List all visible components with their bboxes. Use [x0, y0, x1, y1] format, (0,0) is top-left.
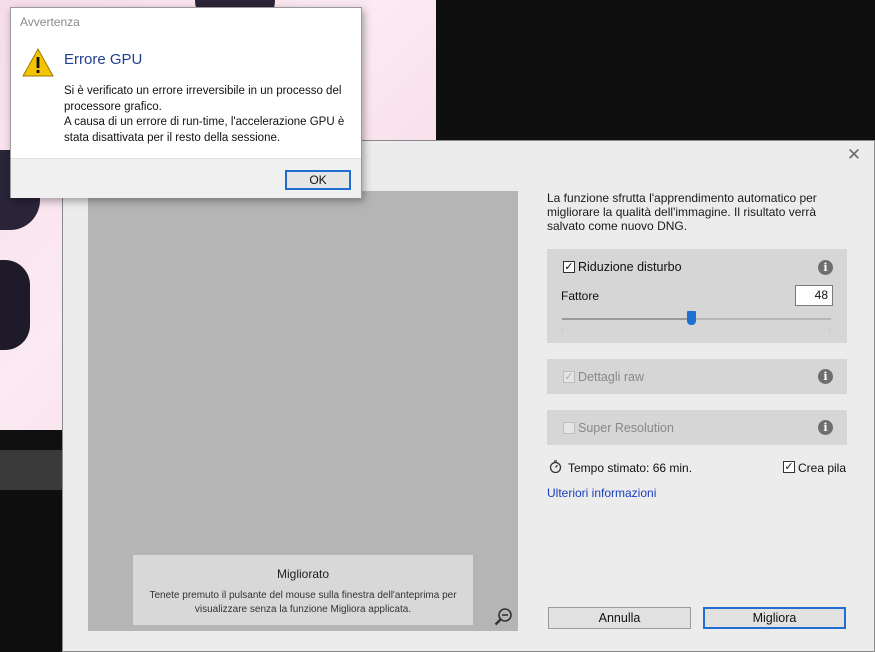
raw-details-label: Dettagli raw	[578, 370, 644, 384]
noise-reduction-checkbox[interactable]: ✓	[563, 261, 575, 273]
zoom-out-icon[interactable]	[493, 606, 515, 628]
enhance-button[interactable]: Migliora	[703, 607, 846, 629]
enhance-dialog: ✕ Migliorato Tenete premuto il pulsante …	[62, 140, 875, 652]
error-heading: Errore GPU	[64, 51, 143, 68]
create-stack-checkbox[interactable]: ✓	[783, 461, 795, 473]
warning-icon	[22, 47, 54, 79]
more-info-link[interactable]: Ulteriori informazioni	[547, 486, 656, 500]
gpu-error-dialog: Avvertenza Errore GPU Si è verificato un…	[10, 7, 362, 198]
info-icon[interactable]: i	[818, 369, 833, 384]
super-resolution-panel: Super Resolution i	[547, 410, 847, 445]
noise-reduction-label[interactable]: Riduzione disturbo	[578, 260, 682, 274]
factor-label: Fattore	[561, 289, 600, 303]
preview-pane[interactable]: Migliorato Tenete premuto il pulsante de…	[88, 191, 518, 631]
error-message: Si è verificato un errore irreversibile …	[64, 84, 354, 146]
slider-tick	[829, 329, 830, 332]
estimated-time: Tempo stimato: 66 min.	[568, 461, 693, 475]
close-icon[interactable]: ✕	[846, 146, 862, 163]
preview-caption-text: Tenete premuto il pulsante del mouse sul…	[149, 590, 457, 615]
create-stack-label[interactable]: Crea pila	[798, 461, 846, 475]
preview-caption: Migliorato Tenete premuto il pulsante de…	[133, 555, 473, 625]
preview-caption-title: Migliorato	[276, 567, 330, 581]
error-message-line: A causa di un errore di run-time, l'acce…	[64, 116, 345, 144]
photo-detail	[0, 260, 30, 350]
noise-reduction-panel: ✓ Riduzione disturbo i Fattore 48	[547, 249, 847, 343]
info-icon[interactable]: i	[818, 260, 833, 275]
dialog-title: Avvertenza	[20, 15, 80, 29]
info-icon[interactable]: i	[818, 420, 833, 435]
raw-details-panel: ✓ Dettagli raw i	[547, 359, 847, 394]
error-message-line: Si è verificato un errore irreversibile …	[64, 85, 342, 113]
dialog-footer: OK	[11, 158, 361, 198]
cancel-button[interactable]: Annulla	[548, 607, 691, 629]
slider-tick	[562, 329, 563, 332]
raw-details-checkbox[interactable]: ✓	[563, 371, 575, 383]
super-resolution-label: Super Resolution	[578, 421, 674, 435]
super-resolution-checkbox[interactable]	[563, 422, 575, 434]
background-area	[436, 0, 875, 140]
ok-button[interactable]: OK	[285, 170, 351, 190]
stopwatch-icon	[549, 460, 562, 474]
description-text: La funzione sfrutta l'apprendimento auto…	[547, 191, 817, 233]
factor-slider[interactable]	[562, 311, 831, 325]
slider-fill	[562, 318, 692, 320]
slider-handle[interactable]	[687, 311, 697, 325]
factor-input[interactable]: 48	[795, 285, 833, 306]
